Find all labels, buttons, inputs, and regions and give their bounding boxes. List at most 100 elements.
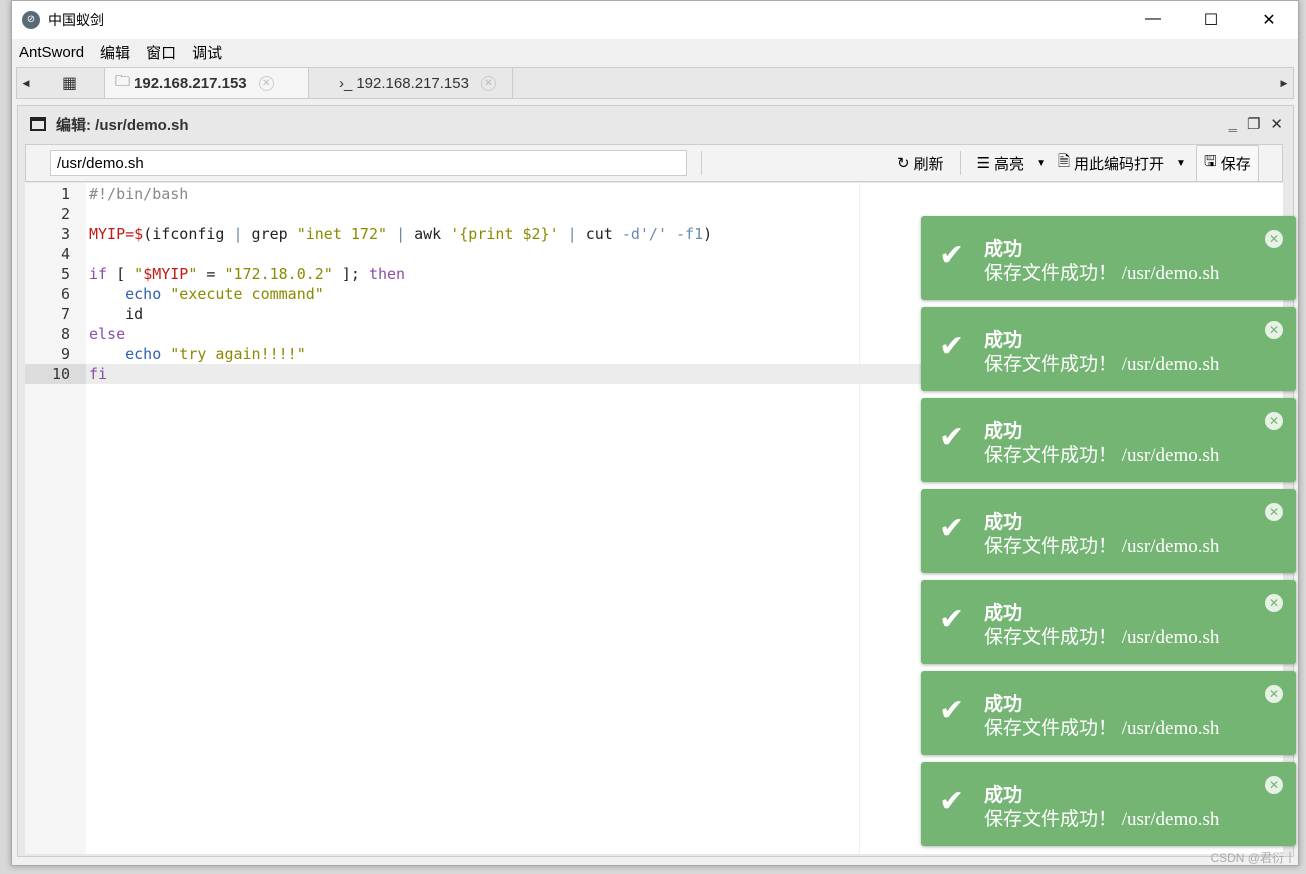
toast-title: 成功 xyxy=(984,421,1023,442)
success-toast: ✔ 成功 保存文件成功！ /usr/demo.sh ✕ xyxy=(921,307,1296,391)
panel-minimize-button[interactable]: ‗ xyxy=(1229,115,1237,133)
code-token: $MYIP xyxy=(143,265,189,283)
code-token: = xyxy=(197,265,225,283)
code-token: else xyxy=(89,325,126,343)
divider xyxy=(959,151,961,175)
success-toast: ✔ 成功保存文件成功！ /usr/demo.sh ✕ xyxy=(921,671,1296,755)
toast-close-icon[interactable]: ✕ xyxy=(1265,321,1283,339)
title-bar: ⊘ 中国蚁剑 — ☐ ✕ xyxy=(12,1,1298,39)
checkmark-icon: ✔ xyxy=(939,693,965,728)
code-token: ]; xyxy=(332,265,369,283)
code-token: "execute command" xyxy=(170,285,324,303)
toast-close-icon[interactable]: ✕ xyxy=(1265,503,1283,521)
folder-icon: 🗀 xyxy=(115,72,131,90)
line-number: 4 xyxy=(60,245,70,263)
checkmark-icon: ✔ xyxy=(939,602,965,637)
code-token: fi xyxy=(89,365,108,383)
code-token: "inet 172" xyxy=(296,225,388,243)
line-number: 5 xyxy=(60,265,70,283)
code-token: awk xyxy=(405,225,451,243)
toast-close-icon[interactable]: ✕ xyxy=(1265,412,1283,430)
tab-scroll-left-icon[interactable]: ◀ xyxy=(17,68,35,98)
code-token: grep xyxy=(242,225,297,243)
maximize-button[interactable]: ☐ xyxy=(1182,10,1240,30)
panel-close-button[interactable]: ✕ xyxy=(1270,115,1283,133)
checkmark-icon: ✔ xyxy=(939,784,965,819)
tab-bar: ◀ ▦ 🗀 192.168.217.153 ✕ ›_ 192.168.217.1… xyxy=(16,67,1294,99)
code-token: #!/bin/bash xyxy=(89,185,189,203)
tab-close-icon[interactable]: ✕ xyxy=(480,75,496,91)
menu-antsword[interactable]: AntSword xyxy=(19,44,84,61)
minimize-button[interactable]: — xyxy=(1124,10,1182,30)
toast-message: 保存文件成功！ /usr/demo.sh xyxy=(984,445,1220,466)
code-token: "172.18.0.2" xyxy=(224,265,333,283)
menu-window[interactable]: 窗口 xyxy=(146,42,176,63)
toast-close-icon[interactable]: ✕ xyxy=(1265,230,1283,248)
code-token: echo xyxy=(125,345,162,363)
highlight-dropdown[interactable]: ☰ 高亮 ▼ xyxy=(977,153,1046,174)
tab-file-manager[interactable]: 🗀 192.168.217.153 ✕ xyxy=(105,68,309,98)
tab-scroll-right-icon[interactable]: ▶ xyxy=(1275,68,1293,98)
line-number: 7 xyxy=(60,305,70,323)
code-token: (ifconfig xyxy=(143,225,234,243)
code-token: | xyxy=(233,225,243,243)
code-token: | xyxy=(396,225,406,243)
code-token: ) xyxy=(703,225,713,243)
floppy-disk-icon: 🖫 xyxy=(1203,152,1217,170)
toast-message: 保存文件成功！ /usr/demo.sh xyxy=(984,809,1220,830)
save-button[interactable]: 🖫 保存 xyxy=(1195,144,1259,182)
close-button[interactable]: ✕ xyxy=(1240,10,1298,30)
toast-message: 保存文件成功！ /usr/demo.sh xyxy=(984,354,1220,375)
menu-debug[interactable]: 调试 xyxy=(192,42,222,63)
tab-close-icon[interactable]: ✕ xyxy=(258,75,274,91)
code-text: else xyxy=(89,324,125,344)
toast-title: 成功 xyxy=(984,694,1023,715)
tab-terminal[interactable]: ›_ 192.168.217.153 ✕ xyxy=(309,68,513,98)
success-toast: ✔ 成功 保存文件成功！ /usr/demo.sh ✕ xyxy=(921,216,1296,300)
panel-restore-button[interactable]: ❐ xyxy=(1247,115,1260,133)
file-path-input[interactable] xyxy=(50,150,687,176)
code-line: 1 #!/bin/bash xyxy=(25,184,1283,204)
code-token: | xyxy=(567,225,577,243)
tab-home[interactable]: ▦ xyxy=(35,68,105,98)
line-number: 2 xyxy=(60,205,70,223)
code-token: MYIP=$ xyxy=(89,225,144,243)
grid-icon: ▦ xyxy=(61,75,78,92)
toast-close-icon[interactable]: ✕ xyxy=(1265,685,1283,703)
code-token: echo xyxy=(125,285,162,303)
line-number: 3 xyxy=(60,225,70,243)
window-icon xyxy=(30,117,46,131)
line-number: 6 xyxy=(60,285,70,303)
code-text: echo "execute command" xyxy=(89,284,324,304)
success-toast: ✔ 成功保存文件成功！ /usr/demo.sh ✕ xyxy=(921,762,1296,846)
divider xyxy=(701,151,702,175)
open-with-encoding-dropdown[interactable]: 🗎 用此编码打开 ▼ xyxy=(1058,151,1186,176)
success-toast: ✔ 成功 保存文件成功！ /usr/demo.sh ✕ xyxy=(921,398,1296,482)
list-icon: ☰ xyxy=(976,155,991,172)
toast-message: 保存文件成功！ /usr/demo.sh xyxy=(984,718,1220,739)
watermark: CSDN @君衍丨 xyxy=(1210,851,1296,865)
menu-edit[interactable]: 编辑 xyxy=(100,42,130,63)
refresh-icon: ↻ xyxy=(897,155,910,172)
panel-header: 编辑: /usr/demo.sh ‗ ❐ ✕ xyxy=(18,106,1293,142)
caret-down-icon: ▼ xyxy=(1176,157,1186,169)
menu-bar: AntSword 编辑 窗口 调试 xyxy=(12,39,1298,65)
line-number: 8 xyxy=(60,325,70,343)
code-text: echo "try again!!!!" xyxy=(89,344,306,364)
refresh-button[interactable]: ↻ 刷新 xyxy=(897,153,944,174)
toast-message: 保存文件成功！ /usr/demo.sh xyxy=(984,263,1220,284)
code-token: cut xyxy=(576,225,622,243)
checkmark-icon: ✔ xyxy=(939,238,965,273)
editor-toolbar: ↻刷新 ☰高亮▼ 🗎用此编码打开▼ 🖫保存 xyxy=(25,144,1283,182)
toast-close-icon[interactable]: ✕ xyxy=(1265,776,1283,794)
toast-title: 成功 xyxy=(984,785,1023,806)
code-token: if xyxy=(89,265,108,283)
success-toast: ✔ 成功 保存文件成功！ /usr/demo.sh ✕ xyxy=(921,580,1296,664)
toast-title: 成功 xyxy=(984,603,1023,624)
toast-close-icon[interactable]: ✕ xyxy=(1265,594,1283,612)
